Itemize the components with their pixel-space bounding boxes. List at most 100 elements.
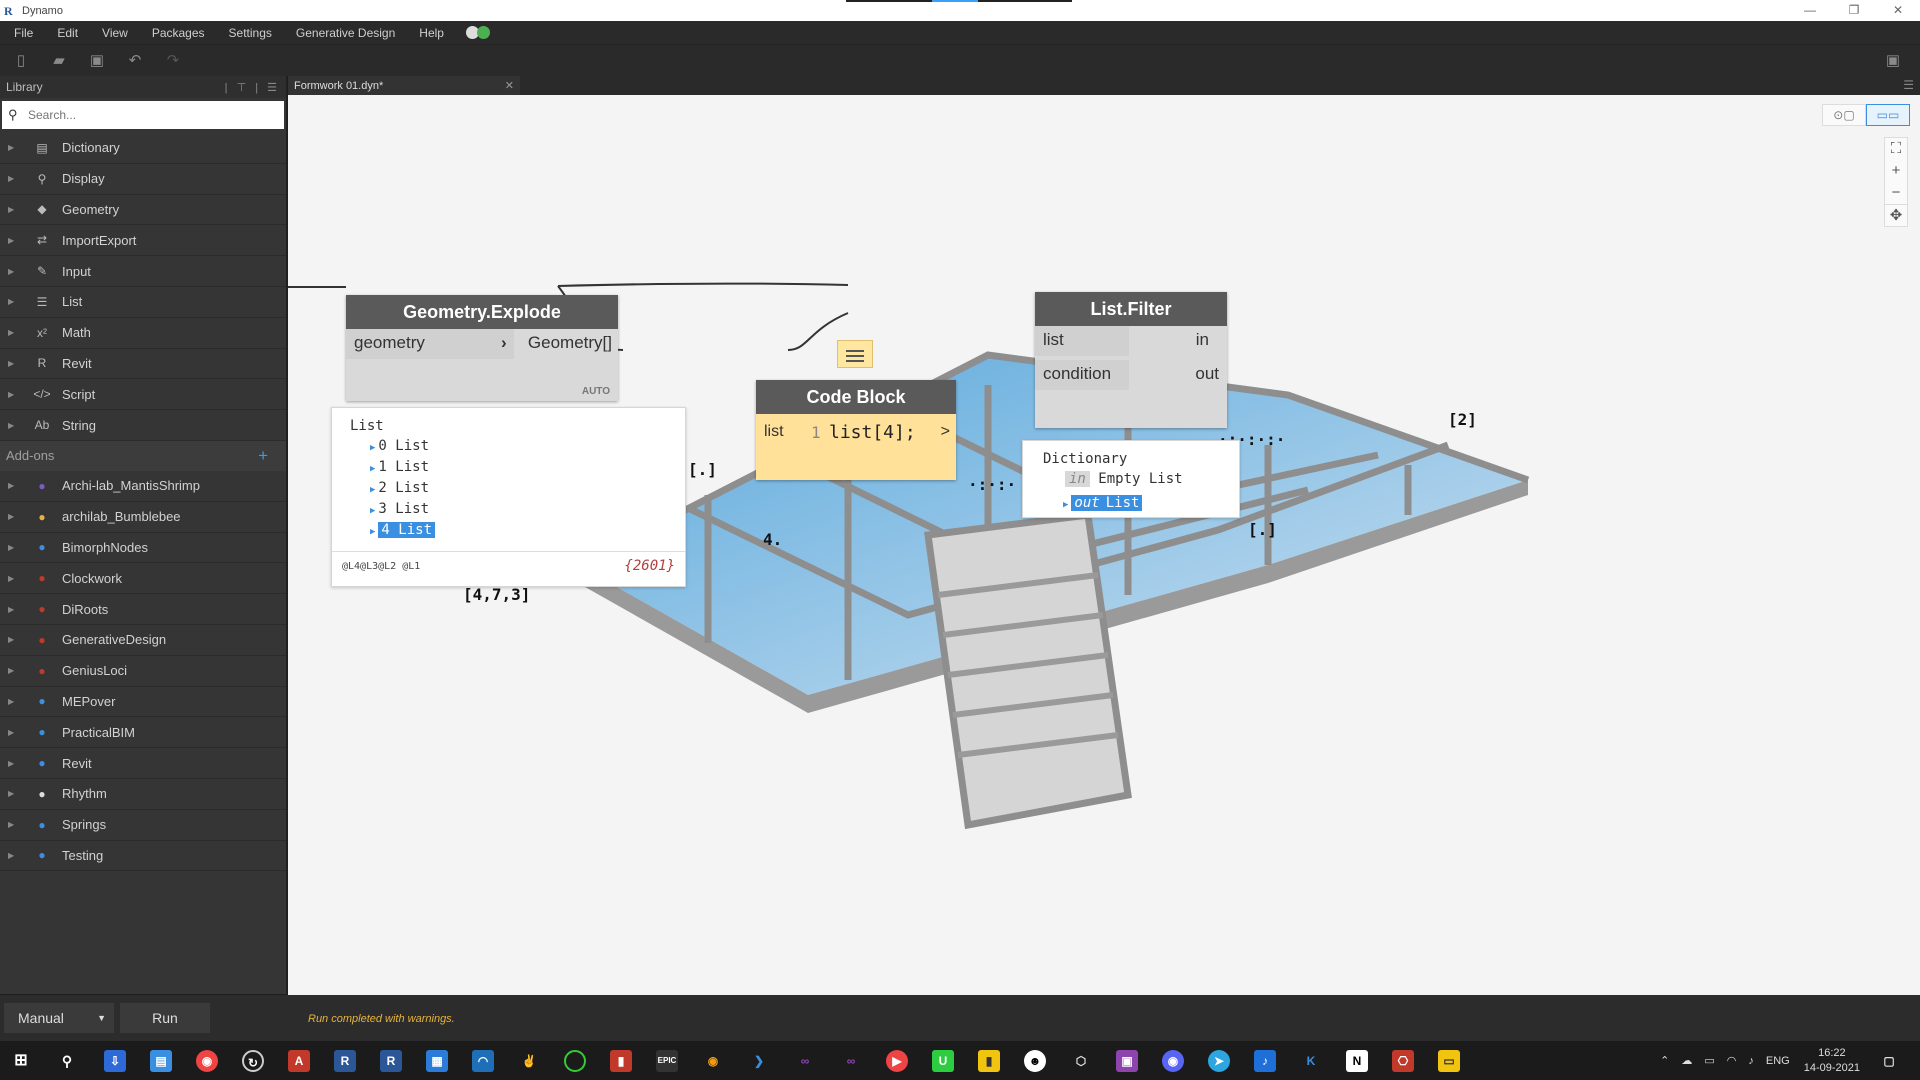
library-item-revit[interactable]: ▶ R Revit <box>0 349 286 380</box>
geometry-view-icon[interactable]: ⊙▢ <box>1822 104 1866 126</box>
app-icon[interactable]: ◠ <box>472 1050 494 1072</box>
addon-item-rhythm[interactable]: ▶ ● Rhythm <box>0 779 286 810</box>
app-icon[interactable]: ✌ <box>518 1050 540 1072</box>
screenshot-camera-icon[interactable]: ▣ <box>1884 52 1902 70</box>
app-icon[interactable]: ⇩ <box>104 1050 126 1072</box>
search-icon[interactable]: ⚲ <box>56 1050 78 1072</box>
explorer-icon[interactable]: ▤ <box>150 1050 172 1072</box>
undo-icon[interactable]: ↶ <box>126 52 144 70</box>
note-icon[interactable] <box>837 340 873 368</box>
windows-start-icon[interactable]: ⊞ <box>10 1050 32 1072</box>
menu-settings[interactable]: Settings <box>229 26 272 40</box>
cloud-icon[interactable]: ☁ <box>1681 1054 1692 1067</box>
new-file-icon[interactable]: ▯ <box>12 52 30 70</box>
addon-item-testing[interactable]: ▶ ● Testing <box>0 841 286 872</box>
addon-item-archilab-bumblebee[interactable]: ▶ ● archilab_Bumblebee <box>0 502 286 533</box>
battery-icon[interactable]: ▭ <box>1704 1054 1714 1067</box>
expand-arrow-icon[interactable]: ▶ <box>8 328 18 337</box>
dict-entry-in[interactable]: in Empty List <box>1065 471 1183 487</box>
node-list-filter[interactable]: List.Filter list condition in out <box>1035 292 1227 428</box>
library-item-geometry[interactable]: ▶ ◆ Geometry <box>0 195 286 226</box>
status-toggle[interactable] <box>465 26 490 39</box>
expand-arrow-icon[interactable]: ▶ <box>8 390 18 399</box>
menu-file[interactable]: File <box>14 26 33 40</box>
redo-icon[interactable]: ↷ <box>164 52 182 70</box>
expand-arrow-icon[interactable]: ▶ <box>8 728 18 737</box>
preview-item-selected[interactable]: ▶ 4 List <box>370 522 435 538</box>
library-item-string[interactable]: ▶ Ab String <box>0 410 286 441</box>
expand-arrow-icon[interactable]: ▶ <box>8 635 18 644</box>
addon-item-mepover[interactable]: ▶ ● MEPover <box>0 687 286 718</box>
app-icon[interactable] <box>564 1050 586 1072</box>
telegram-icon[interactable]: ➤ <box>1208 1050 1230 1072</box>
output-port-geometry[interactable]: Geometry[] <box>528 333 612 353</box>
library-item-script[interactable]: ▶ </> Script <box>0 379 286 411</box>
app-icon[interactable]: U <box>932 1050 954 1072</box>
vscode-icon[interactable]: ❯ <box>748 1050 770 1072</box>
expand-arrow-icon[interactable]: ▶ <box>8 851 18 860</box>
explode-preview-bubble[interactable]: List ▶ 0 List ▶ 1 List ▶ 2 List ▶ 3 List ▶ 4 … <box>331 407 686 587</box>
expand-arrow-icon[interactable]: ▶ <box>8 789 18 798</box>
zoom-in-icon[interactable]: + <box>1885 160 1907 182</box>
addon-item-springs[interactable]: ▶ ● Springs <box>0 810 286 841</box>
expand-arrow-icon[interactable]: ▶ <box>8 267 18 276</box>
addon-item-bimorphnodes[interactable]: ▶ ● BimorphNodes <box>0 533 286 564</box>
expand-arrow-icon[interactable]: ▶ <box>8 359 18 368</box>
output-port-in[interactable]: in <box>1196 330 1209 350</box>
addon-item-archi-lab-mantisshrimp[interactable]: ▶ ● Archi-lab_MantisShrimp <box>0 471 286 502</box>
library-filter-icons[interactable]: | ⊤ | ☰ <box>225 81 280 94</box>
run-button[interactable]: Run <box>120 1003 210 1033</box>
menu-edit[interactable]: Edit <box>57 26 78 40</box>
library-item-math[interactable]: ▶ x² Math <box>0 318 286 349</box>
app-icon[interactable]: ↻ <box>242 1050 264 1072</box>
input-port-condition[interactable]: condition <box>1043 364 1111 384</box>
expand-arrow-icon[interactable]: ▶ <box>8 512 18 521</box>
expand-arrow-icon[interactable]: ▶ <box>8 205 18 214</box>
workspace-canvas[interactable]: [4,7,3] 4. [.] [2] [.] ·:·:· ·:·:·:· Geo… <box>288 95 1920 995</box>
graph-view-icon[interactable]: ▭▭ <box>1866 104 1910 126</box>
lacing-indicator[interactable]: AUTO <box>582 386 610 397</box>
expand-arrow-icon[interactable]: ▶ <box>8 543 18 552</box>
add-package-icon[interactable]: + <box>258 446 268 466</box>
menu-view[interactable]: View <box>102 26 128 40</box>
zoom-fit-icon[interactable]: ⛶ <box>1885 138 1907 160</box>
library-item-dictionary[interactable]: ▶ ▤ Dictionary <box>0 133 286 164</box>
expand-arrow-icon[interactable]: ▶ <box>8 820 18 829</box>
wifi-icon[interactable]: ◠ <box>1727 1054 1737 1067</box>
expand-arrow-icon[interactable]: ▶ <box>8 481 18 490</box>
library-item-list[interactable]: ▶ ☰ List <box>0 287 286 318</box>
power-bi-icon[interactable]: ▮ <box>978 1050 1000 1072</box>
node-code-block[interactable]: Code Block list 1 list[4]; > <box>756 380 956 480</box>
input-port-list[interactable]: list <box>1043 330 1064 350</box>
autocad-icon[interactable]: A <box>288 1050 310 1072</box>
filter-preview-bubble[interactable]: Dictionary in Empty List ▶ out List <box>1022 440 1240 518</box>
app-icon[interactable]: ☻ <box>1024 1050 1046 1072</box>
volume-icon[interactable]: ♪ <box>1748 1055 1754 1067</box>
menu-packages[interactable]: Packages <box>152 26 205 40</box>
close-button[interactable]: ✕ <box>1876 0 1920 21</box>
addon-item-generativedesign[interactable]: ▶ ● GenerativeDesign <box>0 625 286 656</box>
expand-arrow-icon[interactable]: ▶ <box>8 421 18 430</box>
input-port-geometry[interactable]: geometry <box>354 333 425 353</box>
tray-overflow-icon[interactable]: ⌃ <box>1660 1054 1669 1067</box>
preview-item[interactable]: ▶ 0 List <box>370 438 429 454</box>
notification-icon[interactable]: ▢ <box>1878 1050 1900 1072</box>
library-item-display[interactable]: ▶ ⚲ Display <box>0 164 286 195</box>
expand-arrow-icon[interactable]: ▶ <box>8 666 18 675</box>
expand-arrow-icon[interactable]: ▶ <box>8 605 18 614</box>
tab-close-icon[interactable]: ✕ <box>505 79 514 92</box>
chrome-icon[interactable]: ◉ <box>196 1050 218 1072</box>
expand-arrow-icon[interactable]: ▶ <box>8 174 18 183</box>
blender-icon[interactable]: ◉ <box>702 1050 724 1072</box>
library-item-input[interactable]: ▶ ✎ Input <box>0 256 286 287</box>
output-port[interactable]: > <box>941 423 950 441</box>
preview-item[interactable]: ▶ 3 List <box>370 501 429 517</box>
app-icon[interactable]: K <box>1300 1050 1322 1072</box>
addon-item-practicalbim[interactable]: ▶ ● PracticalBIM <box>0 717 286 749</box>
expand-arrow-icon[interactable]: ▶ <box>8 236 18 245</box>
notion-icon[interactable]: N <box>1346 1050 1368 1072</box>
revit-active-icon[interactable]: R <box>380 1050 402 1072</box>
node-geometry-explode[interactable]: Geometry.Explode geometry › Geometry[] A… <box>346 295 618 401</box>
minimize-button[interactable]: — <box>1788 0 1832 21</box>
expand-arrow-icon[interactable]: ▶ <box>8 697 18 706</box>
